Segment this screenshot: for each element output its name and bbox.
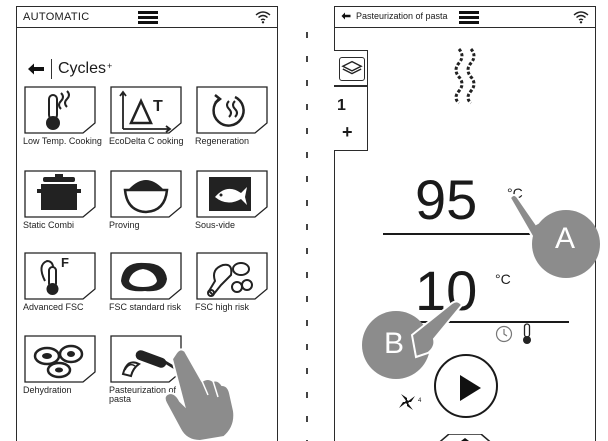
- svg-text:T: T: [153, 98, 163, 115]
- tile-label: Static Combi: [23, 220, 75, 230]
- probe-letter: F: [61, 255, 69, 270]
- fan-icon[interactable]: [397, 392, 417, 412]
- mode-label: AUTOMATIC: [23, 11, 90, 23]
- title-row: Pasteurization of pasta: [341, 11, 448, 21]
- dried-fruit-icon: [23, 334, 97, 384]
- sous-vide-fish-icon: [195, 169, 269, 219]
- cycles-header: Cycles +: [27, 57, 112, 81]
- steam-icon: [454, 48, 476, 105]
- low-temp-thermometer-icon: [23, 85, 97, 135]
- proving-bowl-icon: [109, 169, 183, 219]
- status-bar: Pasteurization of pasta: [335, 7, 595, 28]
- dashed-divider: [306, 32, 308, 441]
- page-title: Cycles: [58, 60, 107, 77]
- wifi-icon: [573, 11, 589, 24]
- status-bar: AUTOMATIC: [17, 7, 277, 28]
- temperature-value[interactable]: 95: [415, 170, 477, 230]
- wifi-icon: [255, 11, 271, 24]
- tile-label: Dehydration: [23, 385, 72, 395]
- tile-label: Advanced FSC: [23, 302, 84, 312]
- tile-label: FSC standard risk: [109, 302, 182, 312]
- callout-b-hand: [362, 300, 464, 379]
- tray-count: 1: [337, 97, 346, 114]
- bottom-tab-handle[interactable]: [435, 434, 495, 441]
- meat-icon: [109, 251, 183, 301]
- pointing-hand-icon: [163, 348, 236, 441]
- back-arrow-icon[interactable]: [27, 62, 45, 76]
- pot-icon: [23, 169, 97, 219]
- regeneration-icon: [195, 85, 269, 135]
- layers-icon[interactable]: [339, 57, 365, 81]
- add-button[interactable]: +: [342, 122, 353, 143]
- probe-thermometer-icon[interactable]: [521, 323, 533, 345]
- side-tab: 1 +: [334, 50, 368, 151]
- header-separator: [51, 59, 52, 79]
- menu-icon[interactable]: [138, 11, 158, 24]
- title-plus: +: [107, 61, 113, 71]
- fan-speed: 4: [418, 398, 422, 404]
- tile-label: Proving: [109, 220, 140, 230]
- callout-a-label: A: [555, 222, 576, 255]
- tile-label: Regeneration: [195, 136, 250, 146]
- tile-label: EcoDelta C ooking: [109, 136, 184, 146]
- side-divider: [334, 85, 368, 87]
- probe-f-icon: F: [23, 251, 97, 301]
- cycle-title: Pasteurization of pasta: [356, 11, 448, 21]
- tile-label: Sous-vide: [195, 220, 236, 230]
- clock-icon[interactable]: [495, 325, 513, 343]
- callout-b-label: B: [384, 327, 405, 360]
- delta-t-icon: T: [109, 85, 183, 135]
- callout-a-hand: [508, 194, 600, 278]
- chicken-icon: [195, 251, 269, 301]
- back-arrow-icon[interactable]: [341, 12, 351, 20]
- menu-icon[interactable]: [459, 11, 479, 24]
- tile-label: Low Temp. Cooking: [23, 136, 102, 146]
- tile-label: FSC high risk: [195, 302, 250, 312]
